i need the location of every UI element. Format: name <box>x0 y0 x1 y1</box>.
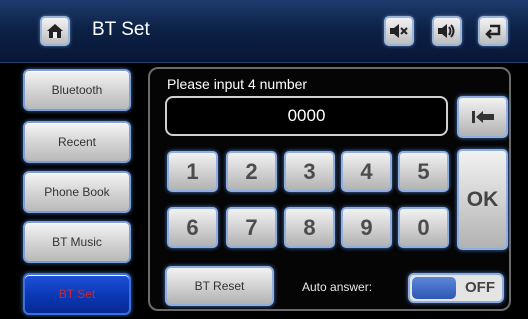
pin-display: 0000 <box>165 96 448 136</box>
ok-button[interactable]: OK <box>457 149 508 250</box>
toggle-knob <box>412 277 456 299</box>
speaker-volume-icon <box>438 24 455 38</box>
sidebar-item-label: Bluetooth <box>51 83 103 97</box>
key-8[interactable]: 8 <box>284 207 335 248</box>
key-1[interactable]: 1 <box>167 151 218 192</box>
auto-answer-toggle[interactable]: OFF <box>408 273 504 303</box>
sidebar-item-label: Phone Book <box>44 185 110 199</box>
volume-button[interactable] <box>432 16 462 46</box>
key-9[interactable]: 9 <box>341 207 392 248</box>
pin-prompt: Please input 4 number <box>167 76 308 92</box>
key-6[interactable]: 6 <box>167 207 218 248</box>
sidebar-item-label: BT Set <box>58 287 96 301</box>
return-arrow-icon <box>485 24 501 39</box>
sidebar-item-label: Recent <box>57 135 97 149</box>
key-2[interactable]: 2 <box>226 151 277 192</box>
backspace-button[interactable] <box>457 96 508 138</box>
sidebar-item-bt-set[interactable]: BT Set <box>23 273 131 315</box>
back-button[interactable] <box>478 16 508 46</box>
sidebar-item-label: BT Music <box>52 235 102 249</box>
bt-reset-button[interactable]: BT Reset <box>165 266 274 306</box>
sidebar-item-phone-book[interactable]: Phone Book <box>23 171 131 213</box>
toggle-state: OFF <box>465 279 495 296</box>
key-0[interactable]: 0 <box>398 207 449 248</box>
key-3[interactable]: 3 <box>284 151 335 192</box>
sidebar-item-bluetooth[interactable]: Bluetooth <box>23 69 131 111</box>
key-7[interactable]: 7 <box>226 207 277 248</box>
home-button[interactable] <box>40 16 70 46</box>
mute-button[interactable] <box>384 16 414 46</box>
key-5[interactable]: 5 <box>398 151 449 192</box>
sidebar-item-recent[interactable]: Recent <box>23 121 131 163</box>
speaker-mute-icon <box>390 24 408 38</box>
header-bar: BT Set <box>0 0 528 63</box>
sidebar-item-bt-music[interactable]: BT Music <box>23 221 131 263</box>
page-title: BT Set <box>92 19 150 40</box>
key-4[interactable]: 4 <box>341 151 392 192</box>
backspace-arrow-icon <box>471 111 494 123</box>
home-icon <box>47 24 63 38</box>
auto-answer-label: Auto answer: <box>302 280 373 294</box>
bt-reset-label: BT Reset <box>194 279 245 293</box>
